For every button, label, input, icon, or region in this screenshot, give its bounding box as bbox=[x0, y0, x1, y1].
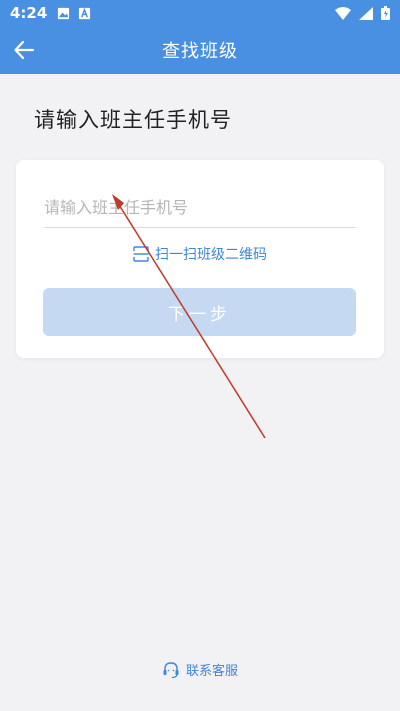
scan-qr-link[interactable]: 扫一扫班级二维码 bbox=[16, 244, 384, 264]
phone-form-card: 扫一扫班级二维码 下一步 bbox=[16, 160, 384, 358]
image-icon bbox=[58, 7, 70, 19]
status-bar: 4:24 bbox=[0, 0, 400, 26]
a-notification-icon bbox=[79, 7, 91, 19]
page-heading: 请输入班主任手机号 bbox=[34, 108, 232, 132]
scan-qr-label: 扫一扫班级二维码 bbox=[155, 247, 267, 263]
app-bar: 查找班级 bbox=[0, 26, 400, 74]
contact-support-label: 联系客服 bbox=[185, 664, 238, 679]
battery-icon bbox=[381, 6, 390, 20]
signal-icon bbox=[359, 6, 373, 20]
scan-icon bbox=[133, 246, 149, 262]
status-time: 4:24 bbox=[10, 4, 48, 22]
wifi-icon bbox=[335, 6, 351, 20]
contact-support-link[interactable]: 联系客服 bbox=[0, 660, 400, 679]
next-button[interactable]: 下一步 bbox=[43, 288, 356, 336]
phone-input[interactable] bbox=[44, 188, 356, 228]
headset-icon bbox=[163, 661, 179, 678]
back-button[interactable] bbox=[10, 36, 38, 64]
page-title: 查找班级 bbox=[162, 41, 238, 62]
arrow-left-icon bbox=[14, 40, 35, 60]
